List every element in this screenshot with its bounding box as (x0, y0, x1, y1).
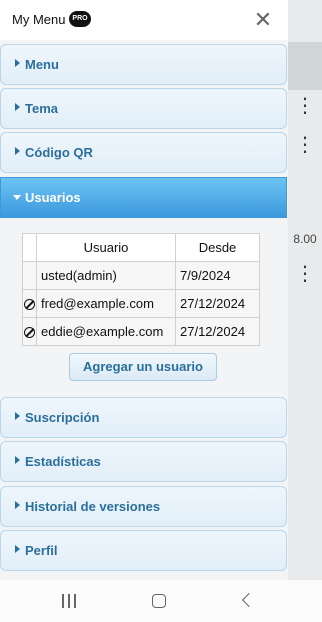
section-label: Estadísticas (25, 454, 101, 469)
table-header-blank (22, 233, 37, 262)
recents-icon[interactable] (62, 594, 78, 608)
chevron-down-icon (13, 195, 21, 200)
user-cell: eddie@example.com (36, 317, 176, 346)
section-suscripcion[interactable]: Suscripción (0, 397, 287, 438)
section-label: Suscripción (25, 410, 100, 425)
user-cell: usted(admin) (36, 261, 176, 290)
since-cell: 27/12/2024 (175, 317, 260, 346)
table-row[interactable]: usted(admin) 7/9/2024 (22, 261, 260, 290)
chevron-right-icon (15, 103, 20, 111)
user-cell: fred@example.com (36, 289, 176, 318)
row-status-cell (22, 289, 37, 318)
section-label: Historial de versiones (25, 499, 161, 514)
section-codigo-qr[interactable]: Código QR (0, 132, 287, 173)
table-row[interactable]: eddie@example.com 27/12/2024 (22, 317, 260, 346)
background-app: ⋮ ⋮ 8.00 ⋮ (288, 0, 322, 580)
close-icon[interactable]: ✕ (251, 8, 275, 32)
home-icon[interactable] (152, 594, 166, 608)
since-cell: 27/12/2024 (175, 289, 260, 318)
chevron-right-icon (15, 501, 20, 509)
add-user-button[interactable]: Agregar un usuario (69, 353, 217, 381)
drawer-header: My Menu PRO ✕ (0, 0, 288, 40)
section-label: Usuarios (25, 190, 81, 205)
section-perfil[interactable]: Perfil (0, 530, 287, 571)
users-table: Usuario Desde usted(admin) 7/9/2024 fred… (22, 233, 260, 346)
chevron-right-icon (15, 545, 20, 553)
row-status-cell (22, 261, 37, 290)
drawer-title: My Menu (12, 12, 66, 27)
chevron-right-icon (15, 59, 20, 67)
section-label: Código QR (25, 145, 93, 160)
block-icon[interactable] (24, 299, 35, 311)
section-label: Tema (25, 101, 58, 116)
back-icon[interactable] (241, 592, 257, 608)
background-value: 8.00 (293, 232, 317, 246)
section-label: Menu (25, 57, 59, 72)
table-row[interactable]: fred@example.com 27/12/2024 (22, 289, 260, 318)
menu-drawer: My Menu PRO ✕ Menu Tema Código QR Usuari… (0, 0, 288, 580)
column-header-desde: Desde (175, 233, 260, 262)
table-header-row: Usuario Desde (22, 233, 260, 262)
section-menu[interactable]: Menu (0, 44, 287, 85)
since-cell: 7/9/2024 (175, 261, 260, 290)
section-label: Perfil (25, 543, 58, 558)
more-vertical-icon[interactable]: ⋮ (288, 135, 322, 155)
column-header-usuario: Usuario (36, 233, 176, 262)
block-icon[interactable] (24, 327, 35, 339)
more-vertical-icon[interactable]: ⋮ (288, 96, 322, 116)
chevron-right-icon (15, 147, 20, 155)
background-header (288, 42, 322, 90)
row-status-cell (22, 317, 37, 346)
section-estadisticas[interactable]: Estadísticas (0, 441, 287, 482)
more-vertical-icon[interactable]: ⋮ (288, 264, 322, 284)
system-nav-bar (0, 580, 322, 622)
chevron-right-icon (15, 456, 20, 464)
section-tema[interactable]: Tema (0, 88, 287, 129)
section-usuarios[interactable]: Usuarios (0, 177, 287, 218)
chevron-right-icon (15, 412, 20, 420)
section-historial-de-versiones[interactable]: Historial de versiones (0, 486, 287, 527)
pro-badge: PRO (69, 11, 91, 27)
